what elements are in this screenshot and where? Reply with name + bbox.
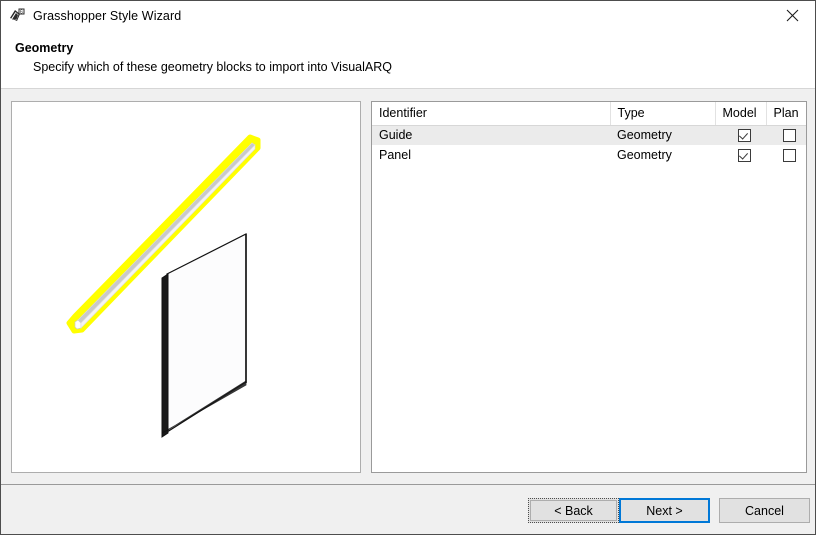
column-header-plan[interactable]: Plan bbox=[766, 102, 806, 126]
column-header-identifier[interactable]: Identifier bbox=[372, 102, 611, 126]
model-checkbox[interactable] bbox=[737, 129, 751, 143]
next-button-label: Next > bbox=[646, 503, 683, 518]
back-button[interactable]: < Back bbox=[528, 498, 619, 523]
model-checkbox[interactable] bbox=[737, 149, 751, 163]
cell-plan[interactable] bbox=[766, 145, 806, 165]
cell-model[interactable] bbox=[715, 145, 766, 165]
column-header-model[interactable]: Model bbox=[715, 102, 767, 126]
geometry-preview-canvas bbox=[12, 102, 360, 472]
cell-type: Geometry bbox=[610, 125, 715, 145]
cell-identifier: Guide bbox=[372, 125, 610, 145]
geometry-blocks-panel[interactable]: Identifier Type Model Plan Guide Geometr… bbox=[371, 101, 807, 473]
grasshopper-icon: 6 bbox=[8, 7, 26, 25]
geometry-blocks-table: Identifier Type Model Plan Guide Geometr… bbox=[372, 102, 806, 165]
geometry-preview-panel[interactable] bbox=[11, 101, 361, 473]
plan-checkbox[interactable] bbox=[783, 129, 796, 143]
table-row[interactable]: Guide Geometry bbox=[372, 125, 806, 145]
svg-text:6: 6 bbox=[20, 9, 23, 15]
table-row[interactable]: Panel Geometry bbox=[372, 145, 806, 165]
back-button-label: < Back bbox=[554, 503, 593, 518]
cell-type: Geometry bbox=[617, 148, 672, 162]
window-title: Grasshopper Style Wizard bbox=[33, 9, 182, 23]
plan-checkbox[interactable] bbox=[783, 149, 796, 163]
title-bar: 6 Grasshopper Style Wizard bbox=[1, 1, 815, 31]
cancel-button[interactable]: Cancel bbox=[719, 498, 810, 523]
cell-identifier: Panel bbox=[379, 148, 411, 162]
column-header-type[interactable]: Type bbox=[610, 102, 716, 126]
table-header-row: Identifier Type Model Plan bbox=[372, 102, 806, 126]
cell-plan[interactable] bbox=[766, 125, 806, 145]
wizard-header: Geometry Specify which of these geometry… bbox=[1, 31, 815, 89]
wizard-footer: < Back Next > Cancel bbox=[1, 484, 815, 534]
wizard-window: 6 Grasshopper Style Wizard Geometry Spec… bbox=[0, 0, 816, 535]
close-icon[interactable] bbox=[770, 1, 815, 30]
next-button[interactable]: Next > bbox=[619, 498, 710, 523]
cell-model[interactable] bbox=[715, 125, 766, 145]
wizard-body: Identifier Type Model Plan Guide Geometr… bbox=[1, 89, 815, 484]
page-title: Geometry bbox=[15, 41, 74, 55]
cancel-button-label: Cancel bbox=[745, 503, 784, 518]
page-subtitle: Specify which of these geometry blocks t… bbox=[33, 60, 392, 74]
